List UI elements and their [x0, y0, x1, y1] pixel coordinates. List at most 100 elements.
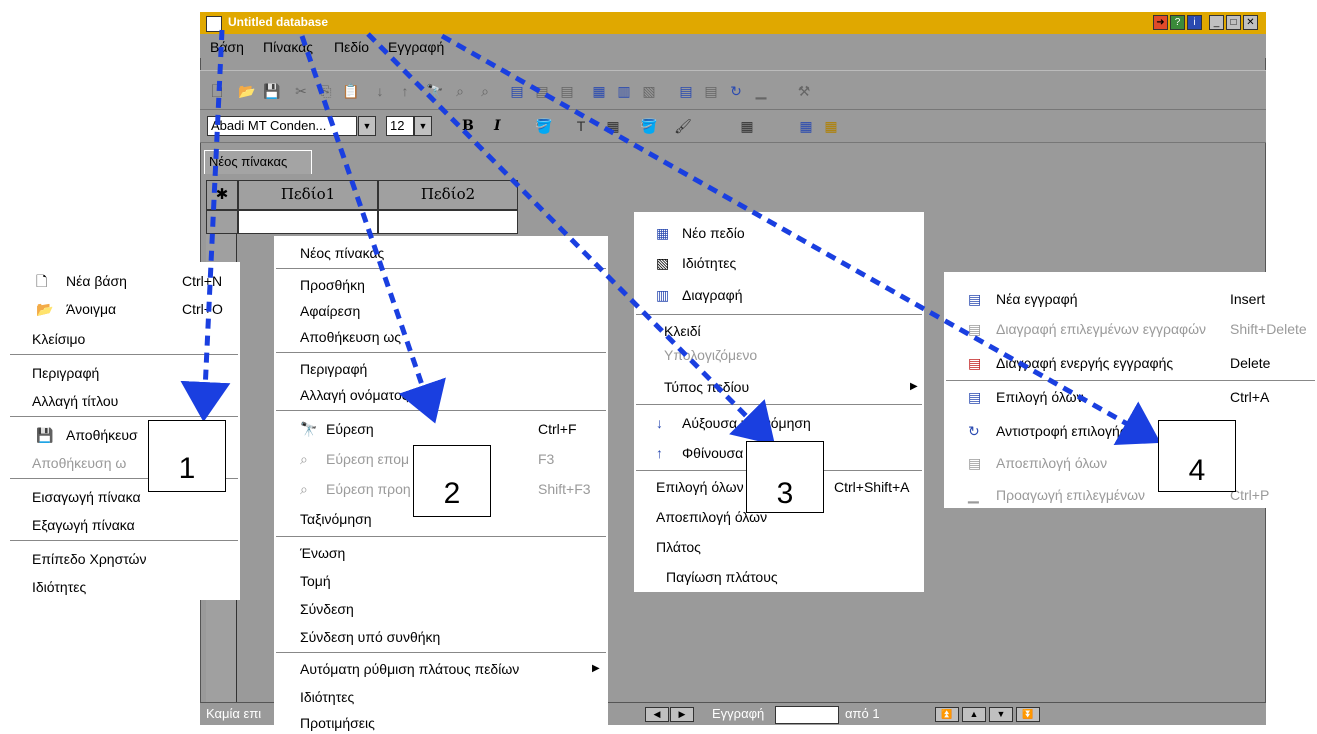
menu4-delete-selected[interactable]: ▤ Διαγραφή επιλεγμένων εγγραφών Shift+Dele…	[944, 318, 1317, 340]
menu2-preferences[interactable]: Προτιμήσεις	[274, 712, 608, 734]
delete-field-tool-icon[interactable]: ▥	[615, 82, 633, 100]
find-prev-tool-icon[interactable]: ⌕	[476, 82, 494, 100]
close-icon[interactable]: ✕	[1243, 15, 1258, 30]
info-icon[interactable]: i	[1187, 15, 1202, 30]
menu4-select-all[interactable]: ▤ Επιλογή όλων Ctrl+A	[944, 386, 1317, 408]
menu3-computed[interactable]: Υπολογιζόμενο	[634, 344, 924, 366]
text-color-icon[interactable]: T	[572, 117, 590, 135]
menu2-save-as[interactable]: Αποθήκευση ως	[274, 326, 608, 348]
menu-eggrafi[interactable]: Εγγραφή	[388, 39, 444, 55]
chevron-down-icon[interactable]: ▼	[358, 116, 376, 136]
menu2-rename[interactable]: Αλλαγή ονόματος	[274, 384, 608, 406]
menu-record: ▤ Νέα εγγραφή Insert ▤ Διαγραφή επιλεγμένων…	[944, 272, 1317, 508]
menu2-union[interactable]: Ένωση	[274, 542, 608, 564]
paste-icon[interactable]: 📋	[342, 82, 360, 100]
last-record-icon[interactable]: ⏬	[1016, 707, 1040, 722]
arrow-icon[interactable]: ➜	[1153, 15, 1168, 30]
menu3-width[interactable]: Πλάτος	[634, 536, 924, 558]
brush-icon[interactable]: 🖌	[674, 117, 692, 135]
select-all-tool-icon[interactable]: ▤	[677, 82, 695, 100]
maximize-icon[interactable]: □	[1226, 15, 1241, 30]
sort-asc-icon[interactable]: ↓	[371, 82, 389, 100]
menu2-intersect[interactable]: Τομή	[274, 570, 608, 592]
menu2-join[interactable]: Σύνδεση	[274, 598, 608, 620]
menu3-freeze-width[interactable]: Παγίωση πλάτους	[634, 566, 924, 588]
down-record-icon[interactable]: ▼	[989, 707, 1013, 722]
menu2-find[interactable]: 🔭 Εύρεση Ctrl+F	[274, 418, 608, 440]
cut-icon[interactable]: ✂	[292, 82, 310, 100]
menu2-new-table[interactable]: Νέος πίνακας	[274, 242, 608, 264]
copy-icon[interactable]: ⎘	[317, 82, 335, 100]
menu1-new-db[interactable]: 🗋 Νέα βάση Ctrl+N	[8, 270, 240, 292]
grid-cell[interactable]	[238, 210, 378, 234]
border-icon[interactable]: ▦	[604, 117, 622, 135]
menu2-auto-width[interactable]: Αυτόματη ρύθμιση πλάτους πεδίων ▶	[274, 658, 608, 680]
menu1-export[interactable]: Εξαγωγή πίνακα	[8, 514, 240, 536]
save-icon[interactable]: 💾	[263, 82, 281, 100]
new-icon[interactable]: 🗋	[208, 82, 226, 100]
menu1-properties[interactable]: Ιδιότητες	[8, 576, 240, 598]
delete-record-tool-icon[interactable]: ▤	[558, 82, 576, 100]
tab-new-table[interactable]: Νέος πίνακας	[204, 150, 312, 174]
grid-cell[interactable]	[378, 210, 518, 234]
menu2-description[interactable]: Περιγραφή	[274, 358, 608, 380]
font-name-select[interactable]: Abadi MT Conden...	[207, 116, 357, 136]
deselect-tool-icon[interactable]: ▤	[702, 82, 720, 100]
menu-pedio[interactable]: Πεδίο	[334, 39, 369, 55]
new-record-tool-icon[interactable]: ▤	[508, 82, 526, 100]
find-next-tool-icon[interactable]: ⌕	[451, 82, 469, 100]
background-color-icon[interactable]: 🪣	[640, 117, 658, 135]
menu4-invert[interactable]: ↻ Αντιστροφή επιλογής	[944, 420, 1317, 442]
font-size-select[interactable]: 12	[386, 116, 414, 136]
bold-button[interactable]: B	[462, 118, 474, 134]
menu3-properties[interactable]: ▧ Ιδιότητες	[634, 252, 924, 274]
menu4-delete-active[interactable]: ▤ Διαγραφή ενεργής εγγραφής Delete	[944, 352, 1317, 374]
menu1-user-level[interactable]: Επίπεδο Χρηστών	[8, 548, 240, 570]
menu-vasi[interactable]: Βάση	[210, 39, 244, 55]
field-properties-tool-icon[interactable]: ▧	[640, 82, 658, 100]
menu3-sort-asc[interactable]: ↓ Αύξουσα ταξινόμηση	[634, 412, 924, 434]
menu3-new-field[interactable]: ▦ Νέο πεδίο	[634, 222, 924, 244]
menu4-deselect[interactable]: ▤ Αποεπιλογή όλων	[944, 452, 1317, 474]
find-icon[interactable]: 🔭	[426, 82, 444, 100]
help-icon[interactable]: ?	[1170, 15, 1185, 30]
menu1-close[interactable]: Κλείσιμο	[8, 328, 240, 350]
separator	[10, 354, 238, 356]
menu3-delete[interactable]: ▥ Διαγραφή	[634, 284, 924, 306]
promote-tool-icon[interactable]: ▁	[752, 82, 770, 100]
new-field-tool-icon[interactable]: ▦	[590, 82, 608, 100]
menu1-open[interactable]: 📂 Άνοιγμα Ctrl+O	[8, 298, 240, 320]
form-view-icon[interactable]: ▦	[822, 117, 840, 135]
open-icon[interactable]: 📂	[238, 82, 256, 100]
menu-pinakas[interactable]: Πίνακας	[263, 39, 313, 55]
menu2-add[interactable]: Προσθήκη	[274, 274, 608, 296]
chevron-down-icon[interactable]: ▼	[414, 116, 432, 136]
sort-desc-icon[interactable]: ↑	[396, 82, 414, 100]
menu2-remove[interactable]: Αφαίρεση	[274, 300, 608, 322]
menu2-conditional-join[interactable]: Σύνδεση υπό συνθήκη	[274, 626, 608, 648]
first-record-icon[interactable]: ⏫	[935, 707, 959, 722]
menu4-promote[interactable]: ▁ Προαγωγή επιλεγμένων Ctrl+P	[944, 484, 1317, 506]
record-number-input[interactable]	[775, 706, 839, 724]
menu3-key[interactable]: Κλειδί	[634, 320, 924, 342]
delete-selected-tool-icon[interactable]: ▤	[533, 82, 551, 100]
menu4-new-record[interactable]: ▤ Νέα εγγραφή Insert	[944, 288, 1317, 310]
grid-corner[interactable]: ✱	[206, 180, 238, 210]
table-view-icon[interactable]: ▦	[797, 117, 815, 135]
invert-tool-icon[interactable]: ↻	[727, 82, 745, 100]
preferences-tool-icon[interactable]: ⚒	[795, 82, 813, 100]
grid-header-field1[interactable]: Πεδίο1	[238, 180, 378, 210]
menu2-properties[interactable]: Ιδιότητες	[274, 686, 608, 708]
menu3-field-type[interactable]: Τύπος πεδίου ▶	[634, 376, 924, 398]
row-selector[interactable]	[206, 210, 238, 234]
minimize-icon[interactable]: _	[1209, 15, 1224, 30]
menu1-rename[interactable]: Αλλαγή τίτλου	[8, 390, 240, 412]
next-page-icon[interactable]: ▶	[670, 707, 694, 722]
fill-color-icon[interactable]: 🪣	[535, 117, 553, 135]
grid-header-field2[interactable]: Πεδίο2	[378, 180, 518, 210]
up-record-icon[interactable]: ▲	[962, 707, 986, 722]
italic-button[interactable]: I	[494, 118, 501, 134]
grid-icon[interactable]: ▦	[738, 117, 756, 135]
prev-page-icon[interactable]: ◀	[645, 707, 669, 722]
menu1-description[interactable]: Περιγραφή	[8, 362, 240, 384]
